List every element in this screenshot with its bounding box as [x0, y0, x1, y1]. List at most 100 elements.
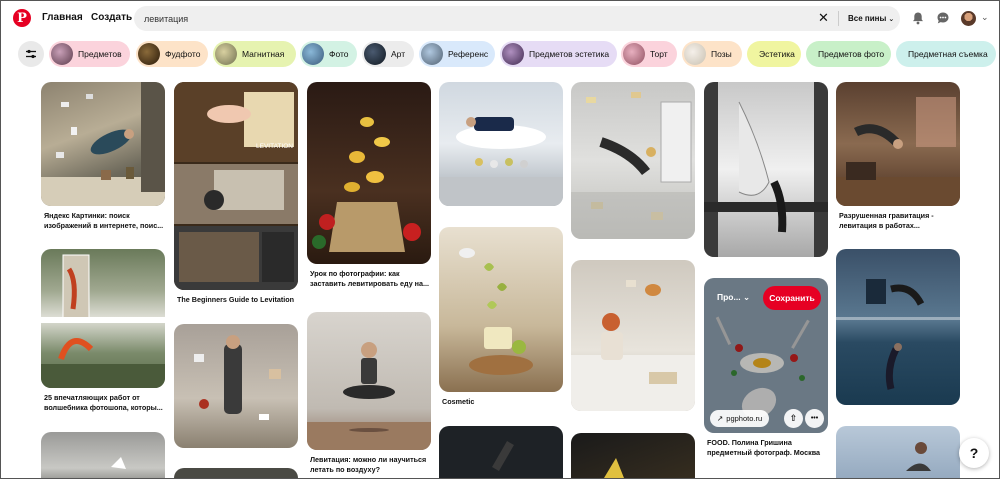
pin-image-yandex[interactable] — [41, 82, 165, 206]
pin-image-room-levitation[interactable] — [836, 82, 960, 206]
pin-image-chips-bag[interactable] — [307, 82, 431, 264]
pin-caption[interactable]: FOOD. Полина Гришина предметный фотограф… — [707, 438, 829, 458]
related-search-chips: Предметов Фудфото Магнитная Фото Арт Реф… — [1, 41, 999, 69]
pin-caption[interactable]: The Beginners Guide to Levitation — [177, 295, 299, 305]
chip-photo[interactable]: Фото — [300, 41, 357, 67]
chip-label: Предметная съемка — [908, 49, 988, 59]
levitating-woman-room-illustration — [836, 97, 960, 206]
chip-label: Предметов фото — [818, 49, 885, 59]
pin-image-col1-bottom[interactable] — [41, 432, 165, 478]
clear-search-icon[interactable]: ✕ — [818, 10, 829, 26]
more-icon: ••• — [810, 415, 819, 422]
pin-image-falling-woman[interactable] — [571, 82, 695, 239]
search-scope-label: Все пины — [848, 14, 887, 23]
pin-caption[interactable]: Разрушенная гравитация - левитация в раб… — [839, 211, 961, 231]
chip-esthetics[interactable]: Эстетика — [747, 41, 801, 67]
chip-label: Эстетика — [759, 49, 795, 59]
board-select-button[interactable]: Про... ⌄ — [717, 292, 750, 303]
pin-caption[interactable]: Левитация: можно ли научиться летать по … — [310, 455, 432, 475]
source-link-button[interactable]: ↗ pgphoto.ru — [710, 410, 770, 427]
top-header: P Главная Создать ✕ Все пины⌄ ⌄ — [1, 1, 999, 37]
chip-magnetic[interactable]: Магнитная — [213, 41, 296, 67]
chip-art[interactable]: Арт — [362, 41, 414, 67]
chip-predmetov[interactable]: Предметов — [49, 41, 130, 67]
bell-icon[interactable] — [911, 11, 925, 25]
pin-caption[interactable]: Cosmetic — [442, 397, 564, 407]
chip-predmetnaya-semka[interactable]: Предметная съемка — [896, 41, 996, 67]
pin-image-col2-bottom[interactable] — [174, 468, 298, 478]
more-options-button[interactable]: ••• — [805, 409, 824, 428]
chip-reference[interactable]: Референс — [419, 41, 495, 67]
pin-image-cosmetic[interactable] — [439, 227, 563, 392]
search-bar: ✕ Все пины⌄ — [134, 6, 900, 31]
chip-label: Референс — [448, 49, 489, 59]
pin-image-photoshop[interactable] — [41, 249, 165, 388]
chip-foodphoto[interactable]: Фудфото — [136, 41, 208, 67]
external-link-icon: ↗ — [717, 414, 724, 423]
pin-image-bed-reading[interactable] — [571, 260, 695, 411]
woman-on-cloud-illustration — [439, 117, 563, 206]
chip-thumb — [138, 43, 160, 65]
share-button[interactable]: ⇧ — [784, 409, 803, 428]
chip-label: Предметов эстетика — [529, 49, 610, 59]
chip-thumb — [302, 43, 324, 65]
pin-image-col5-bottom[interactable] — [571, 433, 695, 478]
chip-cake[interactable]: Торт — [621, 41, 677, 67]
levitating-man-meditation-illustration — [307, 342, 431, 450]
pin-image-woman-objects[interactable] — [174, 324, 298, 448]
chip-thumb — [502, 43, 524, 65]
pin-image-window-hanging[interactable] — [704, 82, 828, 257]
source-link-label: pgphoto.ru — [726, 414, 763, 423]
chip-poses[interactable]: Позы — [682, 41, 742, 67]
levitating-chips-illustration — [312, 117, 421, 252]
nav-create-link[interactable]: Создать — [91, 12, 132, 23]
levitating-chair-underwater-illustration — [836, 279, 960, 390]
chip-label: Фото — [329, 49, 349, 59]
levitation-watermark: LEVITATION — [256, 143, 293, 150]
woman-reading-levitating-teapot-illustration — [571, 280, 695, 411]
levitating-woman-books-illustration — [41, 82, 165, 206]
sky-person-illustration — [906, 442, 931, 471]
pin-image-levitation-guide[interactable]: LEVITATION — [174, 82, 298, 290]
filter-button[interactable] — [18, 41, 44, 67]
user-avatar[interactable] — [961, 11, 976, 26]
levitation-guide-collage: LEVITATION — [174, 82, 298, 290]
levitating-objects-woman-illustration — [194, 335, 281, 420]
chip-thumb — [421, 43, 443, 65]
search-input[interactable] — [144, 11, 784, 26]
pinterest-logo-icon[interactable]: P — [13, 9, 31, 27]
save-pin-button[interactable]: Сохранить — [763, 286, 821, 310]
pin-image-underwater[interactable] — [836, 249, 960, 405]
chip-predmetov-photo[interactable]: Предметов фото — [806, 41, 891, 67]
levitating-cosmetic-jar-illustration — [459, 248, 533, 375]
help-button[interactable]: ? — [959, 438, 989, 468]
pin-caption[interactable]: Урок по фотографии: как заставить левити… — [310, 269, 432, 289]
pin-image-cloud-woman[interactable] — [439, 82, 563, 206]
chip-label: Позы — [711, 49, 732, 59]
nav-home-link[interactable]: Главная — [42, 12, 83, 23]
gray-landscape-illustration — [111, 457, 126, 469]
account-chevron-icon[interactable]: ⌄ — [981, 12, 989, 23]
search-scope-dropdown[interactable]: Все пины ⌄ — [848, 14, 894, 23]
chip-label: Торт — [650, 49, 668, 59]
chip-thumb — [51, 43, 73, 65]
pin-image-meditation[interactable] — [307, 312, 431, 450]
chip-label: Магнитная — [242, 49, 285, 59]
share-icon: ⇧ — [789, 413, 798, 423]
chip-thumb — [623, 43, 645, 65]
pin-image-col4-bottom[interactable] — [439, 426, 563, 478]
pinterest-window: P Главная Создать ✕ Все пины⌄ ⌄ — [0, 0, 1000, 479]
chip-thumb — [364, 43, 386, 65]
chip-thumb — [684, 43, 706, 65]
dark-food-illustration — [604, 458, 624, 478]
chip-predmetov-esthetics[interactable]: Предметов эстетика — [500, 41, 617, 67]
pin-caption[interactable]: 25 впечатляющих работ от волшебника фото… — [44, 393, 166, 413]
chip-thumb — [215, 43, 237, 65]
sliders-icon — [26, 49, 36, 59]
pin-image-col7-bottom[interactable] — [836, 426, 960, 478]
chevron-down-icon: ⌄ — [888, 16, 895, 23]
pin-caption[interactable]: Яндекс Картинки: поиск изображений в инт… — [44, 211, 166, 231]
messages-icon[interactable] — [936, 11, 950, 25]
chip-label: Предметов — [78, 49, 122, 59]
chip-label: Фудфото — [165, 49, 201, 59]
